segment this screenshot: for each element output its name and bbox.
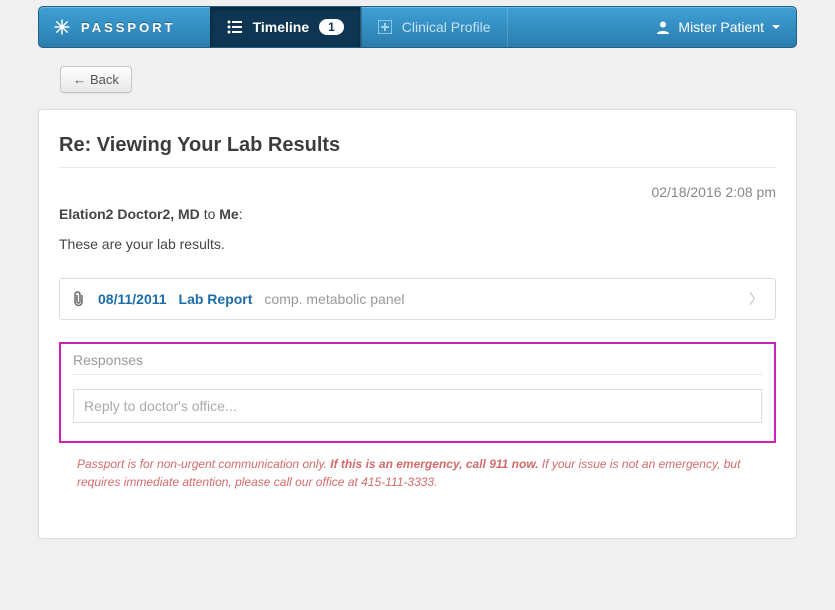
message-body: These are your lab results. xyxy=(59,236,776,252)
responses-heading: Responses xyxy=(73,352,762,375)
chevron-down-icon xyxy=(772,25,780,29)
message-from-line: Elation2 Doctor2, MD to Me: xyxy=(59,206,776,222)
snowflake-icon xyxy=(53,18,71,36)
attachment-type: Lab Report xyxy=(179,291,253,307)
brand-area: PASSPORT xyxy=(39,18,190,36)
tab-clinical-profile[interactable]: Clinical Profile xyxy=(361,7,508,47)
timeline-badge: 1 xyxy=(319,19,344,35)
message-sender: Elation2 Doctor2, MD xyxy=(59,206,200,222)
attachment-row[interactable]: 08/11/2011 Lab Report comp. metabolic pa… xyxy=(59,278,776,320)
message-subject: Re: Viewing Your Lab Results xyxy=(59,134,776,168)
chevron-right-icon: 〉 xyxy=(749,289,763,309)
message-card: Re: Viewing Your Lab Results 02/18/2016 … xyxy=(38,109,797,539)
back-button-label: Back xyxy=(90,72,119,87)
medical-plus-icon xyxy=(378,20,392,34)
user-name: Mister Patient xyxy=(678,19,764,35)
disclaimer-part1: Passport is for non-urgent communication… xyxy=(77,457,330,471)
back-button[interactable]: ← Back xyxy=(60,66,132,93)
attachment-description: comp. metabolic panel xyxy=(264,291,404,307)
paperclip-icon xyxy=(72,291,86,307)
responses-section: Responses xyxy=(59,342,776,443)
user-icon xyxy=(656,20,670,34)
arrow-left-icon: ← xyxy=(73,72,86,87)
message-timestamp: 02/18/2016 2:08 pm xyxy=(59,184,776,200)
disclaimer-bold: If this is an emergency, call 911 now. xyxy=(330,457,538,471)
disclaimer-text: Passport is for non-urgent communication… xyxy=(59,455,776,491)
nav-tabs: Timeline 1 Clinical Profile xyxy=(210,7,508,47)
tab-timeline-label: Timeline xyxy=(253,19,310,35)
list-icon xyxy=(227,20,243,34)
reply-input[interactable] xyxy=(73,389,762,423)
top-navbar: PASSPORT Timeline 1 Clinical P xyxy=(38,6,797,48)
user-menu[interactable]: Mister Patient xyxy=(640,19,796,35)
tab-timeline[interactable]: Timeline 1 xyxy=(210,7,361,47)
attachment-date: 08/11/2011 xyxy=(98,291,167,307)
tab-clinical-label: Clinical Profile xyxy=(402,19,491,35)
message-recipient: Me xyxy=(219,206,238,222)
brand-text: PASSPORT xyxy=(81,20,176,35)
to-word: to xyxy=(204,206,216,222)
